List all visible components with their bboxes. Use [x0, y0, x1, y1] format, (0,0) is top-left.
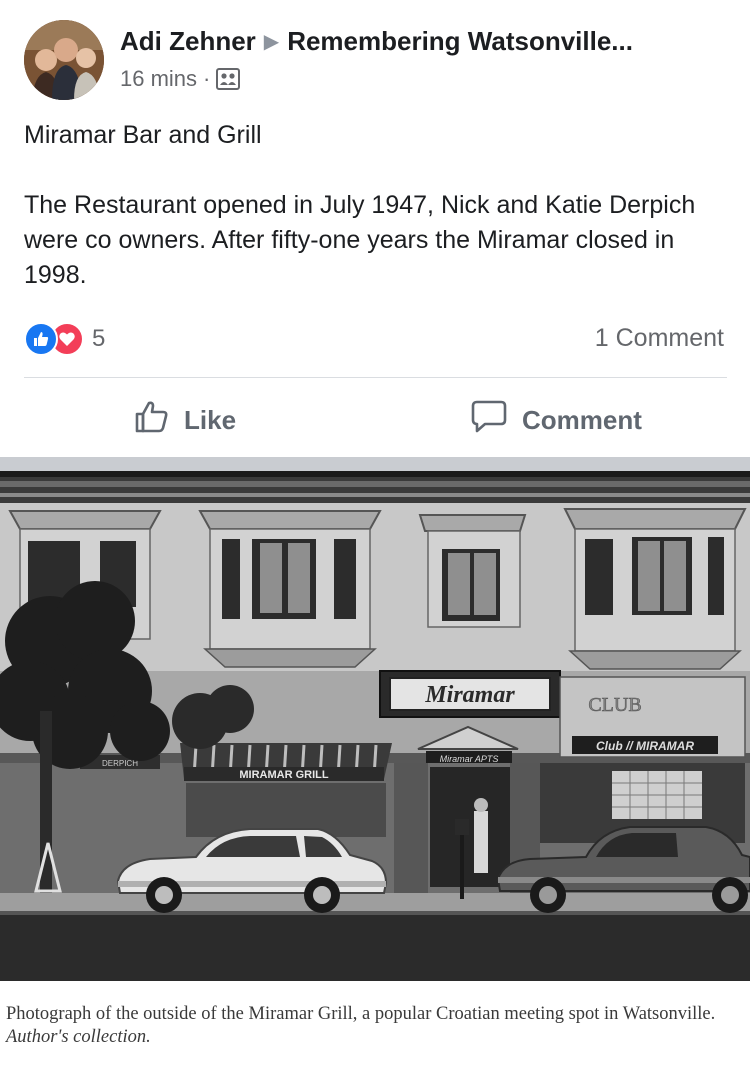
like-label: Like	[184, 404, 237, 435]
reaction-count: 5	[92, 325, 106, 352]
post-timestamp[interactable]: 16 mins	[120, 66, 197, 92]
feed-gap	[0, 457, 750, 471]
group-name[interactable]: Remembering Watsonville...	[287, 26, 633, 56]
author-name[interactable]: Adi Zehner	[120, 26, 256, 56]
speech-bubble-icon	[470, 399, 522, 442]
photo-sign-club: CLUB	[588, 694, 641, 716]
triangle-right-icon: ▶	[263, 31, 280, 53]
meta-separator: ·	[203, 66, 211, 91]
photo-sign-club-miramar: Club // MIRAMAR	[596, 739, 694, 753]
author-avatar[interactable]	[24, 20, 104, 100]
photo-caption-text: Photograph of the outside of the Miramar…	[6, 1004, 716, 1024]
photo-sign-apts: Miramar APTS	[440, 754, 499, 764]
post-text: Miramar Bar and Grill The Restaurant ope…	[24, 118, 724, 293]
divider	[24, 377, 727, 378]
comment-button[interactable]: Comment	[470, 390, 642, 450]
post-title: Miramar Bar and Grill	[24, 121, 262, 149]
photo-caption-credit: Author's collection.	[6, 1027, 151, 1047]
like-button[interactable]: Like	[134, 390, 236, 450]
comment-label: Comment	[522, 404, 642, 435]
post-author-line: Adi Zehner ▶ Remembering Watsonville...	[120, 26, 633, 57]
thumbs-up-icon	[134, 399, 184, 442]
photo-sign-miramar: Miramar	[424, 682, 515, 708]
photo-sign-derp: DERPICH	[102, 759, 138, 768]
like-icon	[24, 322, 58, 356]
group-icon	[216, 68, 241, 90]
photo-sign-grill: MIRAMAR GRILL	[239, 769, 328, 781]
post-actions: Like Comment	[0, 390, 750, 450]
post-header: Adi Zehner ▶ Remembering Watsonville... 16…	[24, 20, 734, 102]
comment-count-link[interactable]: 1 Comment	[595, 324, 724, 353]
reactions-summary[interactable]: 5	[24, 322, 105, 356]
post-meta: 16 mins ·	[120, 66, 241, 92]
post-body: The Restaurant opened in July 1947, Nick…	[24, 191, 696, 289]
photo-caption: Photograph of the outside of the Miramar…	[6, 1003, 746, 1049]
post-photo[interactable]: Miramar CLUB Club // MIRAMAR Miramar APT…	[0, 471, 750, 981]
